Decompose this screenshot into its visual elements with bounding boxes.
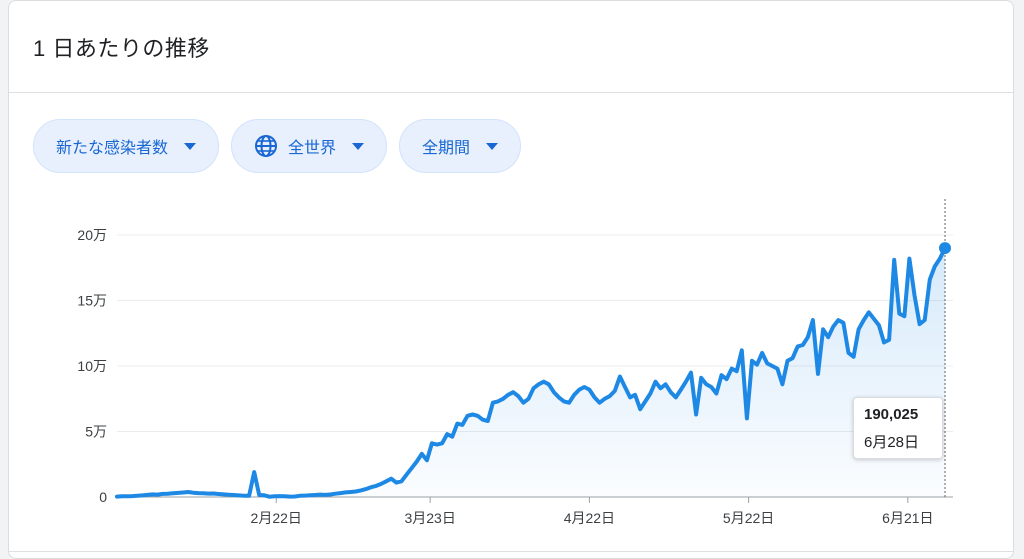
x-tick-label: 3月23日 [404, 510, 455, 526]
globe-icon [255, 135, 278, 157]
card-header: 1 日あたりの推移 [9, 1, 1013, 93]
y-tick-label: 20万 [77, 227, 107, 243]
daily-cases-chart[interactable]: 0 5万 10万 15万 20万 2月22日 3月23日 4月22日 5月22日 6月21日 [9, 191, 1014, 531]
series-area [117, 248, 945, 497]
period-filter-chip[interactable]: 全期間 [399, 119, 522, 173]
metric-filter-chip[interactable]: 新たな感染者数 [33, 119, 220, 173]
y-tick-label: 15万 [77, 293, 107, 309]
chart-tooltip: 190,025 6月28日 [853, 397, 943, 459]
dropdown-caret-icon [184, 142, 197, 150]
region-filter-label: 全世界 [288, 140, 337, 157]
card-title: 1 日あたりの推移 [33, 35, 210, 61]
daily-trend-card: 1 日あたりの推移 新たな感染者数 全世界 全期間 0 5万 10万 15万 20万 2月… [8, 0, 1014, 559]
tooltip-date: 6月28日 [864, 434, 920, 451]
x-tick-label: 6月21日 [882, 510, 933, 526]
last-data-point [939, 242, 951, 255]
dropdown-caret-icon [486, 142, 499, 150]
x-tick-label: 2月22日 [251, 510, 302, 526]
y-tick-label: 0 [99, 489, 107, 505]
dropdown-caret-icon [352, 142, 365, 150]
filter-bar: 新たな感染者数 全世界 全期間 [33, 119, 522, 173]
tooltip-value: 190,025 [864, 406, 919, 423]
x-tick-label: 4月22日 [564, 510, 615, 526]
x-tick-label: 5月22日 [723, 510, 774, 526]
y-tick-label: 10万 [77, 358, 107, 374]
region-filter-chip[interactable]: 全世界 [231, 119, 388, 173]
period-filter-label: 全期間 [422, 140, 471, 157]
card-footer-divider [9, 551, 1013, 558]
y-tick-label: 5万 [85, 424, 107, 440]
metric-filter-label: 新たな感染者数 [56, 140, 169, 157]
